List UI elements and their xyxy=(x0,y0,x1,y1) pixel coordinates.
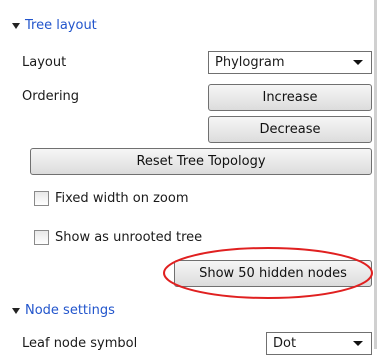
collapse-triangle-icon xyxy=(12,22,20,29)
highlight-ellipse xyxy=(163,247,373,299)
increase-button[interactable]: Increase xyxy=(208,84,372,111)
fixed-width-label: Fixed width on zoom xyxy=(55,191,189,206)
dropdown-arrow-icon xyxy=(353,341,363,346)
increase-button-label: Increase xyxy=(262,90,318,105)
unrooted-label: Show as unrooted tree xyxy=(55,230,203,245)
show-as-unrooted-tree-checkbox[interactable]: Show as unrooted tree xyxy=(34,230,202,245)
checkbox-box[interactable] xyxy=(34,191,49,206)
ordering-label: Ordering xyxy=(22,89,80,104)
layout-select-value: Phylogram xyxy=(215,55,285,70)
reset-tree-topology-button[interactable]: Reset Tree Topology xyxy=(30,148,372,175)
tree-layout-title: Tree layout xyxy=(25,18,97,33)
node-settings-title: Node settings xyxy=(25,303,115,318)
node-settings-section-header[interactable]: Node settings xyxy=(12,303,115,318)
reset-button-label: Reset Tree Topology xyxy=(136,154,266,169)
dropdown-arrow-icon xyxy=(353,60,363,65)
fixed-width-on-zoom-checkbox[interactable]: Fixed width on zoom xyxy=(34,191,189,206)
decrease-button[interactable]: Decrease xyxy=(208,116,372,143)
checkbox-box[interactable] xyxy=(34,230,49,245)
layout-label: Layout xyxy=(22,55,67,70)
tree-layout-section-header[interactable]: Tree layout xyxy=(12,18,97,33)
decrease-button-label: Decrease xyxy=(259,122,321,137)
layout-select[interactable]: Phylogram xyxy=(208,51,372,74)
collapse-triangle-icon xyxy=(12,307,20,314)
leaf-node-symbol-select[interactable]: Dot xyxy=(266,332,372,355)
